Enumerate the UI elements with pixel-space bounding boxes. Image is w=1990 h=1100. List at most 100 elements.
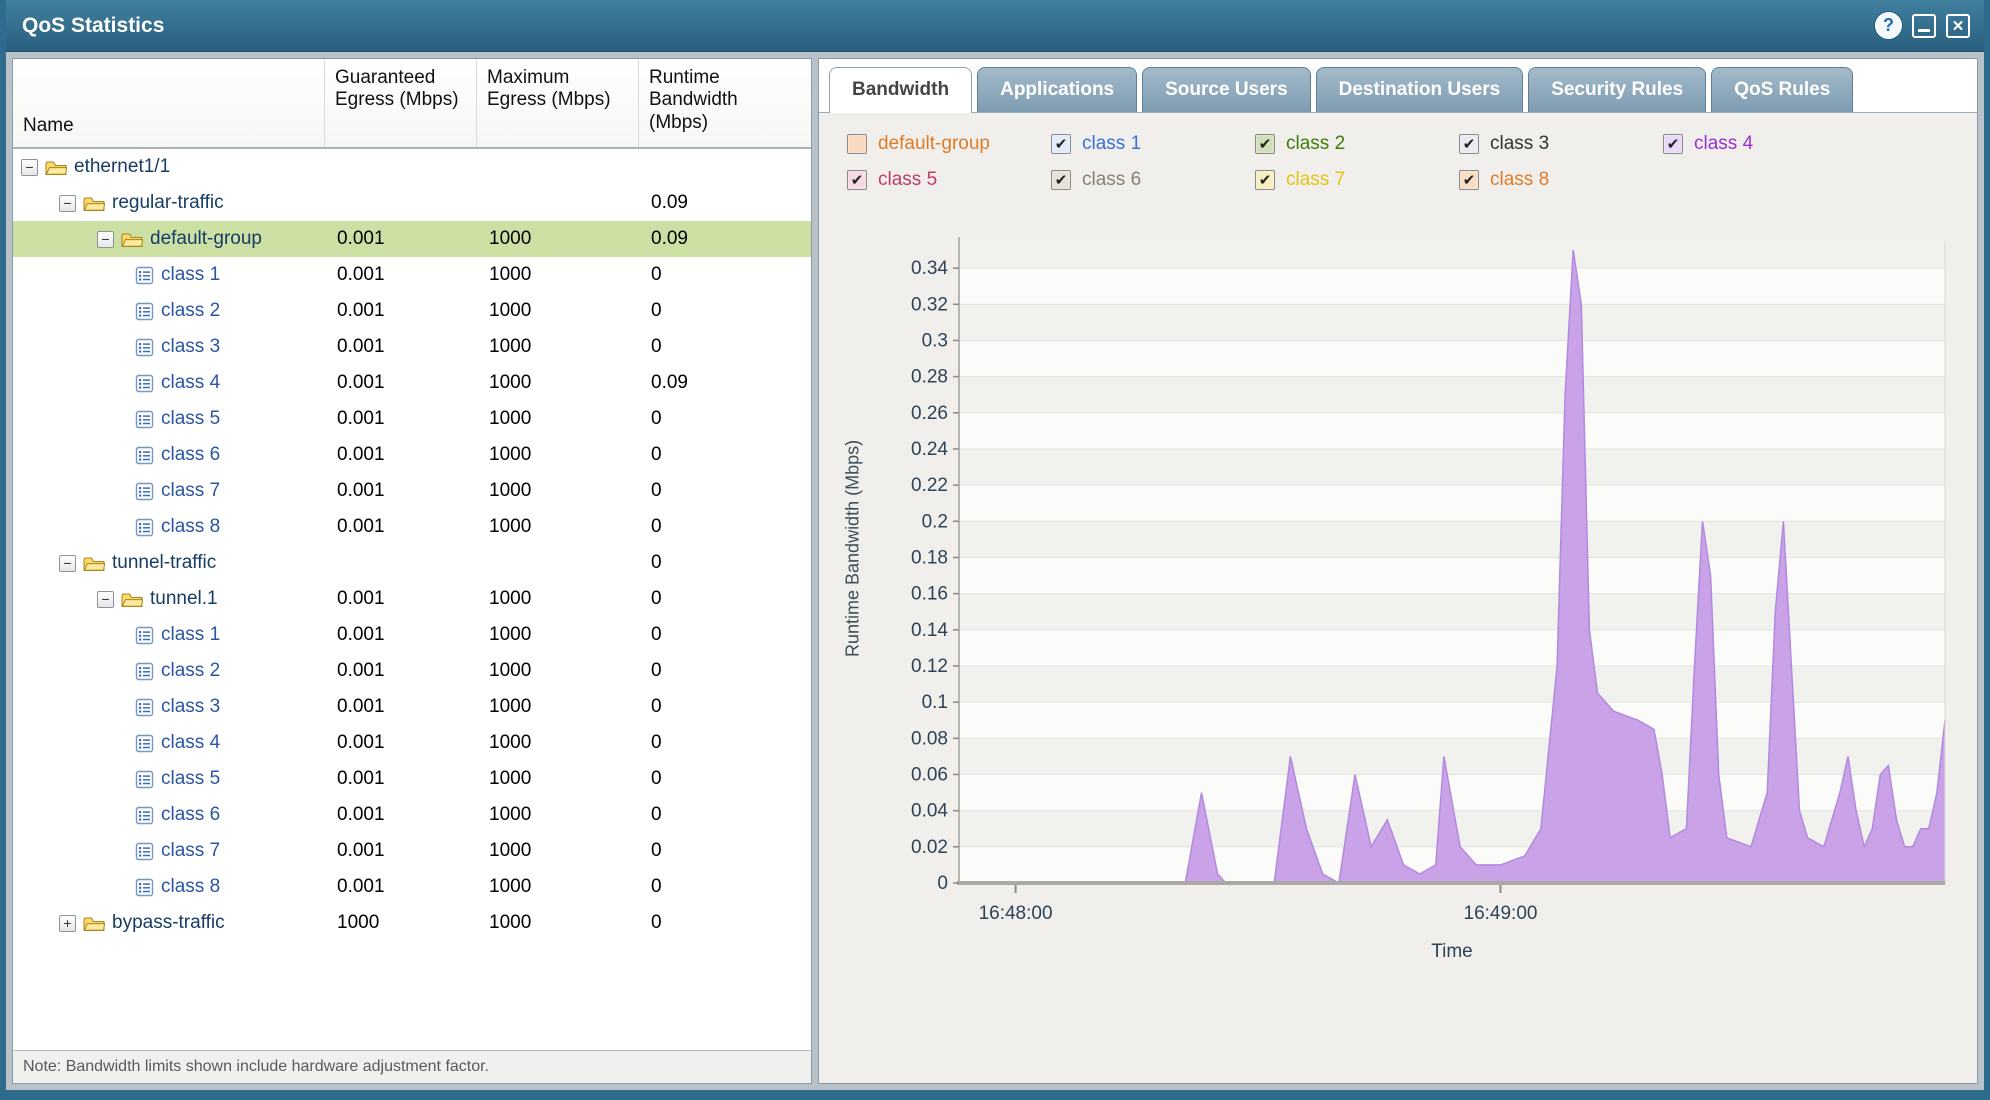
table-row[interactable]: class 30.00110000 — [13, 329, 811, 365]
legend-label: class 2 — [1286, 133, 1345, 155]
class-icon — [135, 626, 154, 645]
tree-item-label: class 4 — [161, 732, 220, 754]
help-button[interactable]: ? — [1875, 12, 1902, 39]
checkbox[interactable]: ✔ — [1255, 134, 1275, 154]
table-row[interactable]: class 60.00110000 — [13, 797, 811, 833]
table-row[interactable]: class 10.00110000 — [13, 617, 811, 653]
runtime-bandwidth-value: 0 — [639, 804, 811, 826]
legend-item-class-5[interactable]: ✔class 5 — [847, 169, 1051, 191]
folder-icon — [45, 159, 67, 176]
class-icon — [135, 518, 154, 537]
legend-item-class-1[interactable]: ✔class 1 — [1051, 133, 1255, 155]
legend-item-class-8[interactable]: ✔ class 8 — [1459, 169, 1663, 191]
minimize-button[interactable] — [1912, 14, 1936, 38]
table-row[interactable]: class 80.00110000 — [13, 869, 811, 905]
collapse-icon[interactable]: − — [97, 591, 114, 608]
table-row[interactable]: class 10.00110000 — [13, 257, 811, 293]
runtime-bandwidth-value: 0 — [639, 516, 811, 538]
legend-item-class-6[interactable]: ✔ class 6 — [1051, 169, 1255, 191]
table-row[interactable]: class 20.00110000 — [13, 653, 811, 689]
table-row[interactable]: −tunnel.10.00110000 — [13, 581, 811, 617]
collapse-icon[interactable]: − — [59, 555, 76, 572]
runtime-bandwidth-value: 0 — [639, 444, 811, 466]
table-row[interactable]: −regular-traffic0.09 — [13, 185, 811, 221]
svg-text:0.18: 0.18 — [911, 547, 948, 568]
tree-item: class 5 — [13, 768, 325, 790]
checkbox[interactable]: ✔ — [1255, 170, 1275, 190]
svg-text:0.22: 0.22 — [911, 475, 948, 496]
tree-item-label: class 8 — [161, 876, 220, 898]
tree-item: class 4 — [13, 372, 325, 394]
guaranteed-egress-value: 0.001 — [325, 444, 477, 466]
table-row[interactable]: class 70.00110000 — [13, 473, 811, 509]
table-row[interactable]: class 50.00110000 — [13, 761, 811, 797]
tree-item-label: class 7 — [161, 840, 220, 862]
table-row[interactable]: class 80.00110000 — [13, 509, 811, 545]
guaranteed-egress-value: 0.001 — [325, 300, 477, 322]
legend-item-class-3[interactable]: ✔ class 3 — [1459, 133, 1663, 155]
legend-item-class-7[interactable]: ✔class 7 — [1255, 169, 1459, 191]
runtime-bandwidth-value: 0 — [639, 624, 811, 646]
tab-bar: BandwidthApplicationsSource UsersDestina… — [819, 59, 1977, 113]
tree-item: −default-group — [13, 228, 325, 250]
svg-text:0.02: 0.02 — [911, 837, 948, 858]
legend-label: class 6 — [1082, 169, 1141, 191]
legend-item-default-group[interactable]: default-group — [847, 133, 1051, 155]
svg-text:0.32: 0.32 — [911, 294, 948, 315]
class-icon — [135, 302, 154, 321]
class-icon — [135, 266, 154, 285]
checkbox[interactable]: ✔ — [1051, 134, 1071, 154]
table-row[interactable]: class 40.00110000.09 — [13, 365, 811, 401]
tree-item: class 8 — [13, 876, 325, 898]
expand-icon[interactable]: + — [59, 915, 76, 932]
guaranteed-egress-value: 1000 — [325, 912, 477, 934]
maximum-egress-value: 1000 — [477, 840, 639, 862]
svg-text:0: 0 — [937, 873, 948, 894]
collapse-icon[interactable]: − — [97, 231, 114, 248]
class-icon — [135, 806, 154, 825]
checkbox[interactable]: ✔ — [1051, 170, 1071, 190]
tab-destination-users[interactable]: Destination Users — [1316, 67, 1524, 112]
runtime-bandwidth-value: 0 — [639, 588, 811, 610]
maximum-egress-value: 1000 — [477, 588, 639, 610]
svg-text:0.26: 0.26 — [911, 403, 948, 424]
tab-applications[interactable]: Applications — [977, 67, 1137, 112]
legend-item-class-2[interactable]: ✔ class 2 — [1255, 133, 1459, 155]
checkbox[interactable]: ✔ — [1459, 134, 1479, 154]
tree-item: class 1 — [13, 264, 325, 286]
tab-security-rules[interactable]: Security Rules — [1528, 67, 1706, 112]
table-row[interactable]: +bypass-traffic100010000 — [13, 905, 811, 941]
svg-text:0.2: 0.2 — [922, 511, 948, 532]
column-header-name: Name — [13, 59, 325, 147]
tree-item-label: tunnel-traffic — [112, 552, 216, 574]
table-row[interactable]: class 50.00110000 — [13, 401, 811, 437]
collapse-icon[interactable]: − — [59, 195, 76, 212]
maximum-egress-value: 1000 — [477, 408, 639, 430]
tab-qos-rules[interactable]: QoS Rules — [1711, 67, 1853, 112]
class-icon — [135, 734, 154, 753]
folder-icon — [83, 915, 105, 932]
table-row[interactable]: −ethernet1/1 — [13, 149, 811, 185]
table-row[interactable]: class 70.00110000 — [13, 833, 811, 869]
tab-bandwidth[interactable]: Bandwidth — [829, 67, 972, 113]
legend-label: class 8 — [1490, 169, 1549, 191]
table-row[interactable]: −default-group0.00110000.09 — [13, 221, 811, 257]
checkbox[interactable]: ✔ — [1663, 134, 1683, 154]
tree-item-label: class 5 — [161, 408, 220, 430]
table-row[interactable]: class 40.00110000 — [13, 725, 811, 761]
tab-source-users[interactable]: Source Users — [1142, 67, 1311, 112]
legend-item-class-4[interactable]: ✔class 4 — [1663, 133, 1867, 155]
titlebar: QoS Statistics ? ✕ — [6, 0, 1984, 52]
table-row[interactable]: class 60.00110000 — [13, 437, 811, 473]
collapse-icon[interactable]: − — [21, 159, 38, 176]
checkbox[interactable]: ✔ — [1459, 170, 1479, 190]
svg-text:0.24: 0.24 — [911, 439, 948, 460]
table-row[interactable]: class 20.00110000 — [13, 293, 811, 329]
table-row[interactable]: −tunnel-traffic0 — [13, 545, 811, 581]
close-button[interactable]: ✕ — [1946, 14, 1970, 38]
svg-text:0.14: 0.14 — [911, 620, 948, 641]
table-row[interactable]: class 30.00110000 — [13, 689, 811, 725]
checkbox[interactable]: ✔ — [847, 170, 867, 190]
checkbox[interactable] — [847, 134, 867, 154]
legend-label: class 3 — [1490, 133, 1549, 155]
